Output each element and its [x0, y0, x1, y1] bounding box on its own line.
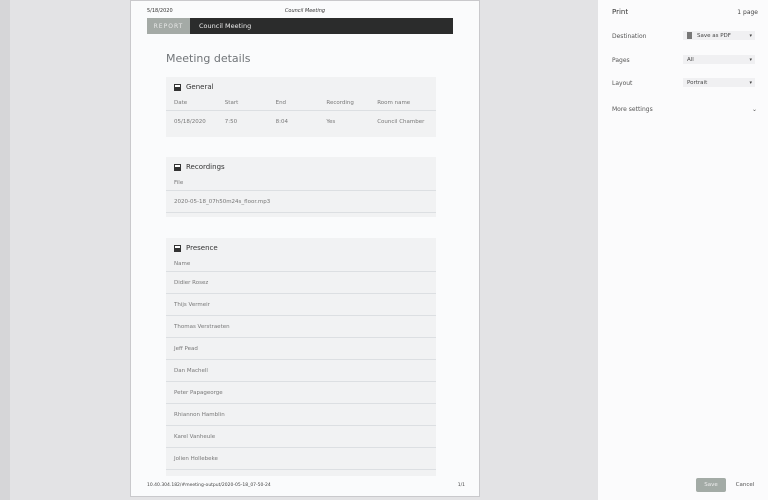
col-name: Name — [174, 260, 191, 267]
report-bar: REPORT Council Meeting — [147, 18, 453, 34]
destination-value: Save as PDF — [697, 32, 731, 39]
cell: 05/18/2020 — [174, 119, 206, 125]
table-row: Thomas Verstraeten — [166, 316, 436, 338]
attendee-name: Rhiannon Hamblin — [174, 411, 225, 418]
chevron-down-icon: ▾ — [749, 79, 752, 86]
col-room: Room name — [377, 99, 411, 106]
destination-select[interactable]: Save as PDF ▾ — [683, 31, 755, 40]
table-row: Jeff Pead — [166, 338, 436, 360]
presence-card: Presence Name Didier Rosez Thijs Vermeir T… — [166, 238, 436, 476]
recordings-card: Recordings File 2020-05-18_07h50m24s_flo… — [166, 157, 436, 217]
cell: Council Chamber — [377, 119, 425, 125]
table-row: Jolien Hollebeke — [166, 448, 436, 470]
attendee-name: Peter Papageorge — [174, 389, 223, 396]
table-row: Didier Rosez — [166, 272, 436, 294]
layout-value: Portrait — [687, 79, 708, 86]
col-end: End — [275, 99, 287, 106]
table-row: Thijs Vermeir — [166, 294, 436, 316]
attendee-name: Dan Machell — [174, 367, 208, 374]
attendee-name: Thomas Verstraeten — [174, 323, 230, 330]
table-row: Karel Vanheule — [166, 426, 436, 448]
cancel-button[interactable]: Cancel — [732, 478, 758, 492]
save-button[interactable]: Save — [696, 478, 726, 492]
page-title: Meeting details — [166, 52, 251, 65]
destination-label: Destination — [612, 33, 647, 40]
table-row: Dan Machell — [166, 360, 436, 382]
report-tag: REPORT — [147, 18, 190, 34]
recording-file: 2020-05-18_07h50m24s_floor.mp3 — [174, 198, 271, 205]
recordings-title: Recordings — [186, 163, 225, 171]
more-settings-label: More settings — [612, 106, 653, 113]
page-header-title: Council Meeting — [284, 8, 326, 14]
cell: 7:50 — [224, 119, 238, 125]
general-title: General — [186, 83, 214, 91]
report-title: Council Meeting — [199, 22, 252, 30]
footer-url: 10.40.304.182/#meeting-output/2020-05-18… — [147, 483, 271, 488]
print-settings-panel: Print 1 page Destination Save as PDF ▾ Pa… — [598, 0, 768, 500]
print-preview-page: 5/18/2020 Council Meeting REPORT Council… — [130, 0, 480, 497]
layout-label: Layout — [612, 80, 633, 87]
col-file: File — [174, 179, 184, 186]
col-recording: Recording — [326, 99, 354, 106]
presence-title: Presence — [186, 244, 218, 252]
cell: Yes — [326, 119, 336, 125]
col-date: Date — [174, 99, 188, 106]
attendee-name: Karel Vanheule — [174, 433, 216, 440]
print-title: Print — [612, 8, 629, 16]
chevron-down-icon: ▾ — [749, 56, 752, 63]
chevron-down-icon: ⌄ — [751, 106, 757, 113]
footer-page-number: 1/1 — [457, 483, 465, 488]
attendee-name: Jeff Pead — [174, 345, 198, 352]
chevron-down-icon: ▾ — [749, 32, 752, 39]
pages-select[interactable]: All ▾ — [683, 55, 755, 64]
document-icon — [687, 32, 692, 39]
table-row: 05/18/2020 7:50 8:04 Yes Council Chamber — [166, 111, 436, 133]
background-strip — [0, 0, 10, 500]
table-row: Rhiannon Hamblin — [166, 404, 436, 426]
presence-header-row: Name — [166, 256, 436, 272]
more-settings-toggle[interactable]: More settings ⌄ — [612, 106, 757, 113]
layout-select[interactable]: Portrait ▾ — [683, 78, 755, 87]
attendee-name: Thijs Vermeir — [174, 301, 210, 308]
attendee-name: Didier Rosez — [174, 279, 209, 286]
recording-icon — [174, 163, 181, 171]
attendee-name: Jolien Hollebeke — [174, 455, 218, 462]
pages-value: All — [687, 56, 694, 63]
general-header-row: Date Start End Recording Room name — [166, 95, 436, 111]
person-icon — [174, 244, 181, 252]
table-row: 2020-05-18_07h50m24s_floor.mp3 — [166, 191, 436, 213]
recordings-header-row: File — [166, 175, 436, 191]
page-count: 1 page — [737, 9, 758, 16]
general-card: General Date Start End Recording Room na… — [166, 77, 436, 137]
col-start: Start — [224, 99, 239, 106]
cell: 8:04 — [275, 119, 288, 125]
table-row: Peter Papageorge — [166, 382, 436, 404]
pages-label: Pages — [612, 57, 630, 64]
calendar-icon — [174, 83, 181, 91]
